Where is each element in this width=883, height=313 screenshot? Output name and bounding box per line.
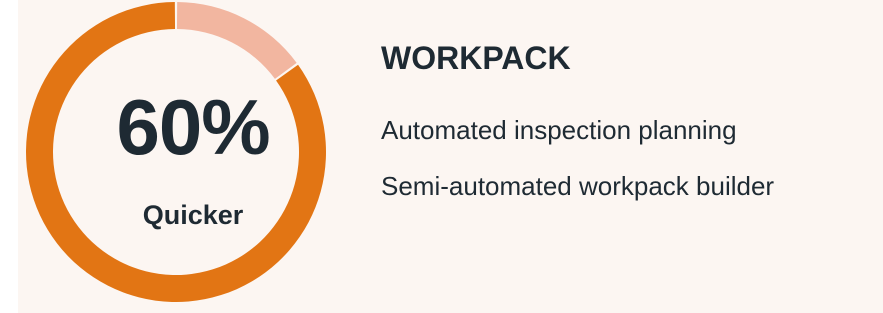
- section-title: WORKPACK: [381, 40, 571, 76]
- workpack-card: 60% Quicker WORKPACK Automated inspectio…: [18, 0, 883, 313]
- percentage-value: 60%: [116, 83, 270, 171]
- feature-item-workpack-builder: Semi-automated workpack builder: [381, 171, 775, 201]
- percentage-label: Quicker: [142, 200, 244, 230]
- donut-slice-remainder: [176, 2, 297, 79]
- feature-item-inspection-planning: Automated inspection planning: [381, 115, 737, 145]
